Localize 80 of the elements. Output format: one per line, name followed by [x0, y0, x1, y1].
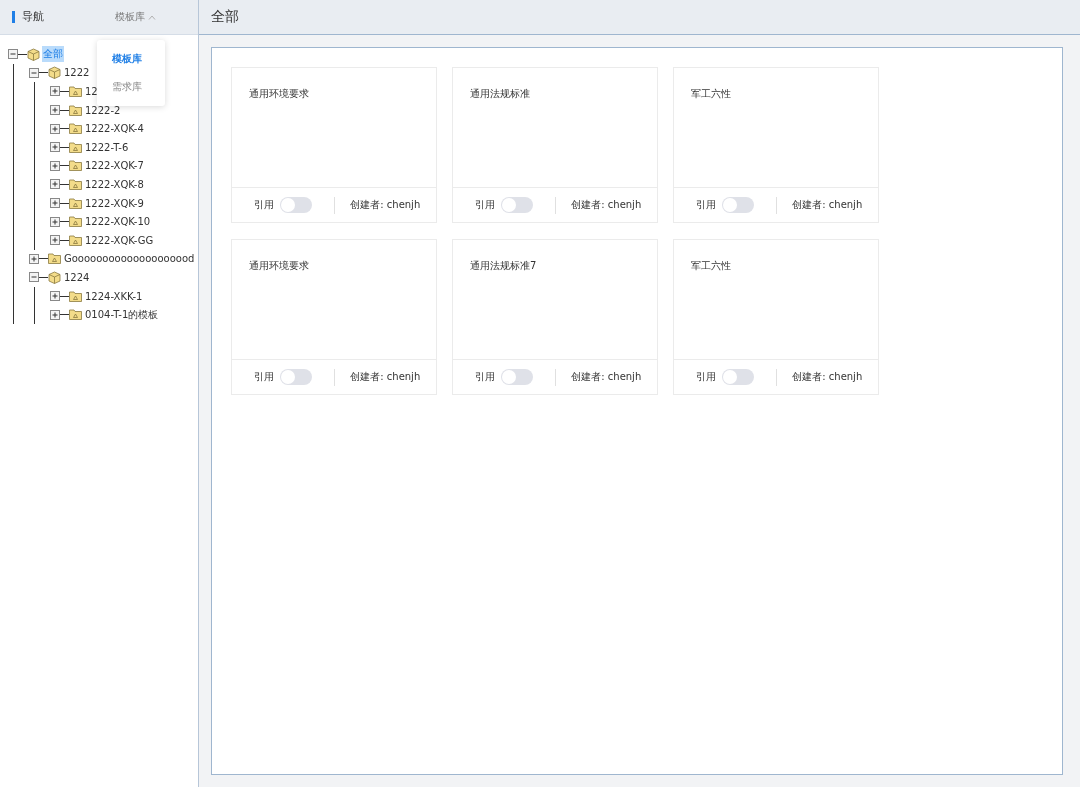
- expand-toggle[interactable]: [50, 105, 60, 116]
- cite-label: 引用: [253, 370, 274, 384]
- tree-item[interactable]: 1222-XQK-GG: [84, 233, 155, 247]
- card-title: 军工六性: [691, 260, 731, 271]
- folder-icon: [69, 104, 82, 116]
- folder-icon: [69, 86, 82, 97]
- cube-icon: [48, 66, 61, 80]
- folder-icon: [69, 141, 82, 153]
- menu-item[interactable]: 模板库: [97, 45, 165, 73]
- caret-icon: [148, 14, 156, 20]
- cite-toggle[interactable]: [721, 197, 754, 213]
- creator-text: 创建者: chenjh: [792, 370, 863, 384]
- tree-item[interactable]: 1222-XQK-9: [84, 196, 145, 210]
- folder-icon: [69, 160, 82, 172]
- expand-toggle[interactable]: [50, 235, 60, 246]
- card-title: 军工六性: [691, 88, 731, 99]
- folder-icon: [69, 123, 82, 135]
- template-card[interactable]: 通用环境要求 引用 创建者: chenjh: [231, 239, 437, 395]
- folder-icon: [48, 253, 61, 265]
- cube-icon: [27, 47, 40, 61]
- cite-label: 引用: [695, 198, 716, 212]
- creator-text: 创建者: chenjh: [792, 198, 863, 212]
- tree-item[interactable]: 1222: [63, 66, 91, 80]
- tree-item[interactable]: 12: [84, 85, 99, 98]
- expand-toggle[interactable]: [50, 179, 60, 190]
- tree-item[interactable]: 1222-2: [84, 103, 122, 117]
- template-card[interactable]: 军工六性 引用 创建者: chenjh: [673, 239, 879, 395]
- template-card[interactable]: 通用环境要求 引用 创建者: chenjh: [231, 67, 437, 223]
- folder-icon: [69, 290, 82, 302]
- creator-text: 创建者: chenjh: [571, 370, 642, 384]
- sidebar-title: 导航: [12, 11, 44, 23]
- tree-item[interactable]: 1222-XQK-7: [84, 159, 145, 173]
- collapse-toggle[interactable]: [29, 67, 39, 78]
- collapse-toggle[interactable]: [29, 272, 39, 283]
- tree-item[interactable]: 1222-XQK-4: [84, 122, 145, 136]
- collapse-toggle[interactable]: [8, 49, 18, 60]
- folder-icon: [69, 178, 82, 190]
- cite-toggle[interactable]: [721, 369, 754, 385]
- page-title: 全部: [211, 8, 239, 26]
- template-card[interactable]: 通用法规标准 引用 创建者: chenjh: [452, 67, 658, 223]
- expand-toggle[interactable]: [50, 142, 60, 153]
- expand-toggle[interactable]: [50, 291, 60, 301]
- cite-toggle[interactable]: [500, 197, 533, 213]
- tree-item[interactable]: 1222-XQK-10: [84, 215, 152, 229]
- template-card[interactable]: 军工六性 引用 创建者: chenjh: [673, 67, 879, 223]
- creator-text: 创建者: chenjh: [571, 198, 642, 212]
- tree-item[interactable]: 1224: [63, 270, 91, 284]
- folder-icon: [69, 197, 82, 209]
- creator-text: 创建者: chenjh: [350, 370, 421, 384]
- cite-label: 引用: [695, 370, 716, 384]
- tree-item[interactable]: 1222-XQK-8: [84, 177, 145, 191]
- library-select[interactable]: 模板库: [113, 8, 158, 26]
- expand-toggle[interactable]: [50, 216, 60, 227]
- tree-item[interactable]: Goooooooooooooooooood: [63, 252, 196, 266]
- template-card[interactable]: 通用法规标准7 引用 创建者: chenjh: [452, 239, 658, 395]
- card-title: 通用法规标准7: [470, 260, 537, 271]
- menu-item[interactable]: 需求库: [97, 73, 165, 101]
- folder-icon: [69, 216, 82, 228]
- folder-icon: [69, 309, 82, 321]
- cite-toggle[interactable]: [500, 369, 533, 385]
- cube-icon: [48, 270, 61, 284]
- creator-text: 创建者: chenjh: [350, 198, 421, 212]
- cite-toggle[interactable]: [279, 369, 312, 385]
- expand-toggle[interactable]: [29, 253, 39, 264]
- expand-toggle[interactable]: [50, 198, 60, 209]
- tree-item[interactable]: 0104-T-1的模板: [84, 306, 160, 323]
- cite-label: 引用: [474, 370, 495, 384]
- card-title: 通用环境要求: [249, 260, 309, 271]
- expand-toggle[interactable]: [50, 123, 60, 134]
- cite-label: 引用: [474, 198, 495, 212]
- cite-toggle[interactable]: [279, 197, 312, 213]
- expand-toggle[interactable]: [50, 309, 60, 320]
- expand-toggle[interactable]: [50, 86, 60, 97]
- card-title: 通用法规标准: [470, 88, 530, 99]
- card-title: 通用环境要求: [249, 88, 309, 99]
- cite-label: 引用: [253, 198, 274, 212]
- tree-item[interactable]: 1224-XKK-1: [84, 289, 144, 303]
- folder-icon: [69, 234, 82, 246]
- tree-item[interactable]: 1222-T-6: [84, 140, 130, 154]
- expand-toggle[interactable]: [50, 160, 60, 171]
